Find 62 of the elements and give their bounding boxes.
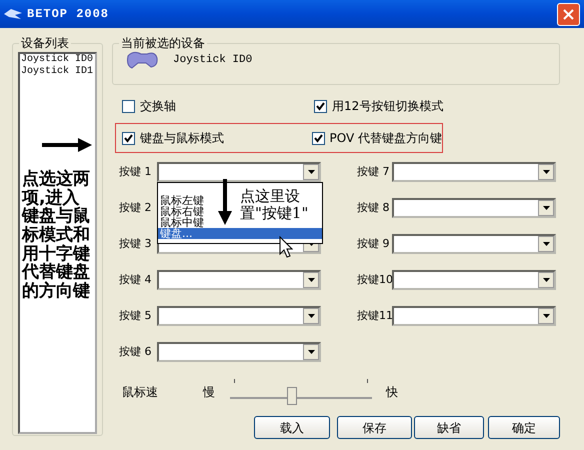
- key-label: 按键 9: [357, 236, 390, 252]
- checkbox[interactable]: [122, 100, 135, 112]
- list-option[interactable]: 鼠标中键: [158, 217, 206, 228]
- dialog-button[interactable]: 保存: [336, 416, 412, 439]
- gamepad-icon: [125, 50, 159, 70]
- list-item[interactable]: Joystick ID1: [20, 66, 95, 78]
- key-dropdown[interactable]: [392, 306, 556, 326]
- slider-label: 鼠标速: [122, 384, 159, 401]
- app-icon: [3, 7, 23, 21]
- slider-min-label: 慢: [203, 384, 216, 401]
- dropdown-arrow-icon: [308, 314, 314, 318]
- window-title: BETOP 2008: [27, 6, 110, 23]
- annotation-text: 点选这两项,进入键盘与鼠标模式和用十字键代替键盘的方向键: [22, 170, 91, 301]
- dialog-button[interactable]: 载入: [254, 416, 330, 439]
- key-label: 按键 6: [119, 344, 152, 360]
- option-label: 键盘与鼠标模式: [140, 130, 224, 147]
- device-name: Joystick ID0: [173, 54, 252, 66]
- dropdown-arrow-icon: [308, 278, 314, 282]
- list-option[interactable]: 鼠标右键: [158, 206, 206, 217]
- group-label: 设备列表: [20, 36, 70, 50]
- dialog-button[interactable]: 确定: [488, 416, 560, 439]
- key-dropdown[interactable]: [392, 162, 556, 182]
- key-dropdown[interactable]: [157, 162, 321, 182]
- key-label: 按键10: [357, 272, 392, 288]
- dropdown-arrow-icon: [308, 350, 314, 354]
- option-label: 交换轴: [140, 98, 176, 115]
- key-dropdown[interactable]: [157, 342, 321, 362]
- key-label: 按键 1: [119, 164, 152, 180]
- slider-thumb[interactable]: [287, 387, 298, 405]
- key-label: 按键 5: [119, 308, 152, 324]
- key-dropdown[interactable]: [157, 306, 321, 326]
- annotation-text: 点这里设置"按键1": [240, 188, 310, 221]
- dropdown-arrow-icon: [542, 242, 550, 246]
- checkbox[interactable]: [122, 132, 135, 144]
- checkbox[interactable]: [312, 132, 324, 144]
- key-label: 按键 4: [119, 272, 152, 288]
- dropdown-arrow-icon: [542, 278, 550, 282]
- key-dropdown[interactable]: [392, 198, 556, 218]
- key-label: 按键 8: [357, 200, 390, 216]
- list-option[interactable]: 键盘...: [158, 228, 322, 239]
- key-dropdown[interactable]: [392, 270, 556, 290]
- key-dropdown[interactable]: [157, 270, 321, 290]
- key-label: 按键11: [357, 308, 392, 324]
- right-arrow-icon: [42, 138, 92, 152]
- key-label: 按键 7: [357, 164, 390, 180]
- key-label: 按键 2: [119, 200, 152, 216]
- list-item[interactable]: Joystick ID0: [20, 54, 95, 66]
- checkbox[interactable]: [314, 100, 327, 112]
- key-dropdown[interactable]: [392, 234, 556, 254]
- dropdown-arrow-icon: [542, 206, 550, 210]
- key-label: 按键 3: [119, 236, 152, 252]
- close-icon: [563, 8, 574, 20]
- group-label: 当前被选的设备: [120, 36, 206, 50]
- dropdown-arrow-icon: [542, 314, 550, 318]
- option-label: 用12号按钮切换模式: [332, 98, 444, 115]
- dropdown-arrow-icon: [308, 170, 314, 174]
- list-option[interactable]: 鼠标左键: [158, 195, 206, 206]
- dropdown-arrow-icon: [542, 170, 550, 174]
- option-label: POV 代替键盘方向键: [330, 130, 442, 147]
- close-button[interactable]: [557, 2, 580, 26]
- dialog-button[interactable]: 缺省: [414, 416, 484, 439]
- slider-max-label: 快: [386, 384, 398, 401]
